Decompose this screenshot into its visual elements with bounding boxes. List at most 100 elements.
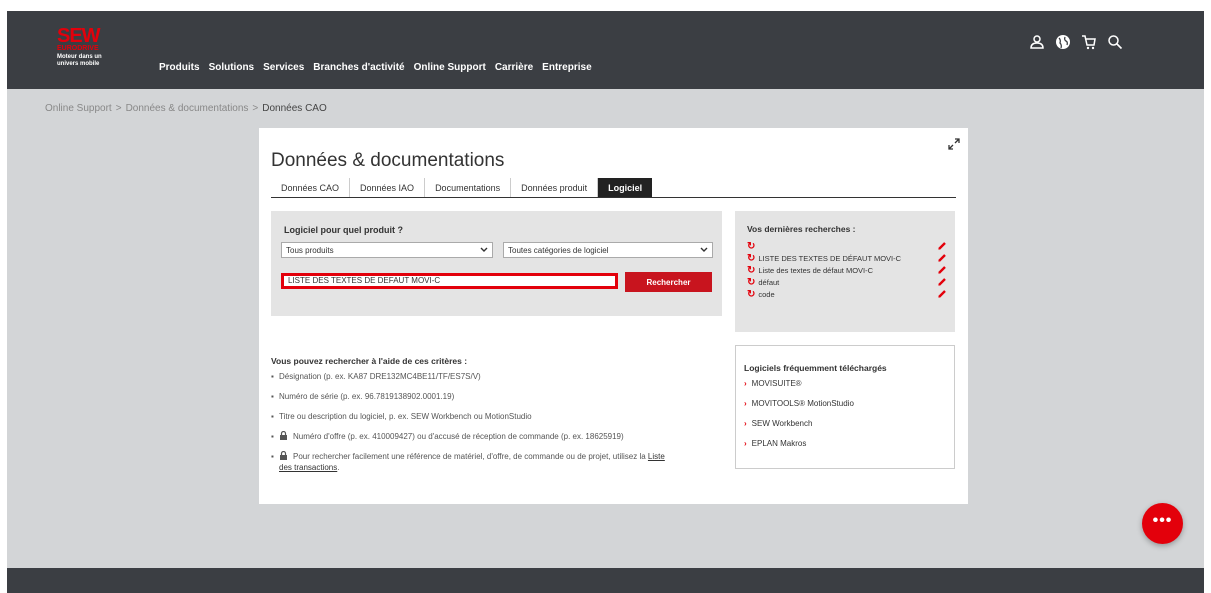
frequent-downloads-panel: Logiciels fréquemment téléchargés › MOVIS… — [735, 345, 955, 469]
breadcrumb-current: Données CAO — [262, 103, 327, 114]
breadcrumb: Online Support > Données & documentations >… — [45, 103, 327, 114]
criteria-text: Pour rechercher facilement une référence… — [293, 452, 646, 461]
criteria-title: Vous pouvez rechercher à l'aide de ces c… — [271, 356, 468, 366]
main-nav: Produits Solutions Services Branches d'a… — [159, 62, 592, 73]
pencil-icon[interactable] — [937, 265, 947, 275]
frequent-downloads-list: › MOVISUITE® › MOVITOOLS® MotionStudio › SE… — [744, 379, 854, 459]
chat-fab-button[interactable]: ••• — [1142, 503, 1183, 544]
bullet: ▪ — [271, 372, 274, 381]
breadcrumb-separator: > — [115, 103, 122, 114]
chevron-right-icon: › — [744, 379, 747, 388]
criteria-text: Titre ou description du logiciel, p. ex.… — [279, 412, 532, 421]
pencil-icon[interactable] — [937, 289, 947, 299]
top-navigation-bar: SEW EURODRIVE Moteur dans un univers mob… — [7, 11, 1204, 89]
nav-carriere[interactable]: Carrière — [495, 62, 533, 73]
criteria-list: ▪ Désignation (p. ex. KA87 DRE132MC4BE11/… — [271, 371, 721, 473]
recent-search-text[interactable]: LISTE DES TEXTES DE DÉFAUT MOVI-C — [758, 254, 901, 263]
pencil-icon[interactable] — [937, 241, 947, 251]
lock-icon — [280, 431, 287, 440]
tab-donnees-iao[interactable]: Données IAO — [350, 178, 426, 197]
chevron-down-icon — [480, 247, 488, 252]
refresh-icon[interactable]: ↻ — [747, 277, 755, 288]
recent-searches-list: ↻ ↻ LISTE DES TEXTES DE DÉFAUT MOVI-C ↻ … — [747, 241, 947, 301]
logo-main-text: SEW — [57, 25, 101, 47]
recent-search-item: ↻ LISTE DES TEXTES DE DÉFAUT MOVI-C — [747, 253, 947, 264]
recent-search-item: ↻ code — [747, 289, 947, 300]
transactions-list-link[interactable]: Liste — [648, 452, 665, 461]
frequent-download-link[interactable]: › SEW Workbench — [744, 419, 854, 439]
frequent-download-label: MOVITOOLS® MotionStudio — [751, 399, 854, 408]
tab-bar: Données CAO Données IAO Documentations D… — [271, 178, 956, 198]
criteria-item: ▪ Pour rechercher facilement une référenc… — [271, 451, 721, 473]
breadcrumb-donnees-documentations[interactable]: Données & documentations — [126, 103, 249, 114]
recent-search-item: ↻ — [747, 241, 947, 252]
expand-icon[interactable] — [948, 138, 960, 150]
tab-logiciel[interactable]: Logiciel — [598, 178, 653, 197]
recent-search-text[interactable]: code — [758, 290, 774, 299]
search-label: Logiciel pour quel produit ? — [284, 225, 403, 235]
breadcrumb-online-support[interactable]: Online Support — [45, 103, 112, 114]
lock-icon — [280, 451, 287, 460]
bullet: ▪ — [271, 432, 274, 441]
tab-donnees-cao[interactable]: Données CAO — [271, 178, 351, 197]
frequent-download-link[interactable]: › MOVITOOLS® MotionStudio — [744, 399, 854, 419]
criteria-text: Numéro de série (p. ex. 96.7819138902.00… — [279, 392, 455, 401]
nav-branches[interactable]: Branches d'activité — [313, 62, 404, 73]
recent-searches-panel: Vos dernières recherches : ↻ ↻ LISTE DES… — [735, 211, 955, 332]
user-icon[interactable] — [1029, 34, 1045, 50]
criteria-item: ▪ Numéro d'offre (p. ex. 410009427) ou d'… — [271, 431, 721, 442]
recent-search-text[interactable]: Liste des textes de défaut MOVI-C — [758, 266, 873, 275]
search-panel: Logiciel pour quel produit ? Tous produi… — [271, 211, 722, 316]
search-icon[interactable] — [1107, 34, 1123, 50]
nav-solutions[interactable]: Solutions — [209, 62, 255, 73]
logo-tagline-line-1: Moteur dans un — [57, 54, 102, 60]
refresh-icon[interactable]: ↻ — [747, 253, 755, 264]
criteria-item: ▪ Titre ou description du logiciel, p. ex… — [271, 411, 721, 422]
bullet: ▪ — [271, 412, 274, 421]
transactions-list-link[interactable]: des transactions — [279, 463, 337, 472]
content-card: Données & documentations Données CAO Don… — [259, 128, 968, 504]
pencil-icon[interactable] — [937, 277, 947, 287]
criteria-text: Désignation (p. ex. KA87 DRE132MC4BE11/T… — [279, 372, 481, 381]
bullet: ▪ — [271, 392, 274, 401]
refresh-icon[interactable]: ↻ — [747, 289, 755, 300]
recent-search-text[interactable]: défaut — [758, 278, 779, 287]
frequent-downloads-title: Logiciels fréquemment téléchargés — [744, 363, 887, 373]
frequent-download-label: MOVISUITE® — [751, 379, 802, 388]
nav-produits[interactable]: Produits — [159, 62, 200, 73]
criteria-item: ▪ Numéro de série (p. ex. 96.7819138902.0… — [271, 391, 721, 402]
search-input[interactable]: LISTE DES TEXTES DE DEFAUT MOVI-C — [281, 273, 618, 289]
tab-documentations[interactable]: Documentations — [425, 178, 512, 197]
globe-icon[interactable] — [1055, 34, 1071, 50]
header-icons — [1029, 34, 1123, 50]
link-end: . — [337, 463, 340, 472]
logo-tagline-line-2: univers mobile — [57, 61, 100, 67]
product-select[interactable]: Tous produits — [281, 242, 493, 258]
nav-online-support[interactable]: Online Support — [414, 62, 486, 73]
tab-donnees-produit[interactable]: Données produit — [511, 178, 599, 197]
refresh-icon[interactable]: ↻ — [747, 241, 755, 252]
recent-search-item: ↻ défaut — [747, 277, 947, 288]
criteria-text: Numéro d'offre (p. ex. 410009427) ou d'a… — [293, 432, 624, 441]
search-criteria: Vous pouvez rechercher à l'aide de ces c… — [271, 356, 721, 482]
refresh-icon[interactable]: ↻ — [747, 265, 755, 276]
nav-entreprise[interactable]: Entreprise — [542, 62, 591, 73]
logo-tagline: Moteur dans un univers mobile — [57, 54, 119, 68]
category-select[interactable]: Toutes catégories de logiciel — [503, 242, 713, 258]
frequent-download-link[interactable]: › MOVISUITE® — [744, 379, 854, 399]
logo-sub-text: EURODRIVE — [57, 45, 99, 52]
chevron-down-icon — [700, 247, 708, 252]
browser-viewport: SEW EURODRIVE Moteur dans un univers mob… — [7, 11, 1204, 593]
chevron-right-icon: › — [744, 399, 747, 408]
frequent-download-label: EPLAN Makros — [751, 439, 807, 448]
nav-services[interactable]: Services — [263, 62, 304, 73]
product-select-value: Tous produits — [286, 245, 334, 255]
sew-logo[interactable]: SEW EURODRIVE Moteur dans un univers mob… — [57, 25, 119, 71]
page-title: Données & documentations — [271, 150, 505, 171]
cart-icon[interactable] — [1081, 34, 1097, 50]
search-button[interactable]: Rechercher — [625, 272, 712, 292]
frequent-download-link[interactable]: › EPLAN Makros — [744, 439, 854, 459]
breadcrumb-separator: > — [252, 103, 259, 114]
pencil-icon[interactable] — [937, 253, 947, 263]
recent-searches-title: Vos dernières recherches : — [747, 224, 856, 234]
